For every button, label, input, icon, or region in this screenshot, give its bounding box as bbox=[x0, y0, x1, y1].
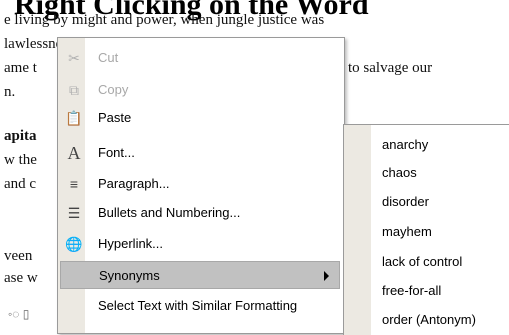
menu-item-select-similar-formatting[interactable]: Select Text with Similar Formatting bbox=[60, 292, 340, 320]
menu-item-label: Paste bbox=[98, 110, 132, 125]
menu-item-label: Synonyms bbox=[99, 268, 160, 283]
document-line: e living by might and power, when jungle… bbox=[4, 12, 325, 28]
document-line: veen bbox=[4, 248, 33, 264]
document-line: ase w bbox=[4, 270, 38, 286]
synonyms-submenu: anarchy chaos disorder mayhem lack of co… bbox=[343, 124, 509, 335]
menu-item-label: Font... bbox=[98, 145, 135, 160]
document-line: to salvage our bbox=[348, 60, 433, 76]
menu-item-cut[interactable]: ✂ Cut bbox=[60, 44, 340, 72]
synonym-item-free-for-all[interactable]: free-for-all bbox=[382, 283, 441, 298]
menu-item-label: Hyperlink... bbox=[98, 236, 164, 251]
menu-item-label: Bullets and Numbering... bbox=[98, 205, 241, 220]
menu-item-label: Copy bbox=[98, 82, 129, 97]
menu-item-hyperlink[interactable]: 🌐 Hyperlink... bbox=[60, 230, 340, 258]
synonym-item-mayhem[interactable]: mayhem bbox=[382, 224, 432, 239]
paste-icon: 📋 bbox=[65, 110, 83, 126]
bullets-icon: ☰ bbox=[67, 205, 81, 221]
document-line: ame t bbox=[4, 60, 37, 76]
submenu-arrow-icon bbox=[324, 271, 329, 281]
synonym-item-lack-of-control[interactable]: lack of control bbox=[382, 254, 462, 269]
synonym-item-order-antonym[interactable]: order (Antonym) bbox=[382, 312, 476, 327]
copy-icon: ⧉ bbox=[69, 82, 79, 98]
font-icon: A bbox=[67, 143, 81, 163]
menu-item-synonyms[interactable]: Synonyms bbox=[60, 261, 340, 289]
menu-item-bullets-numbering[interactable]: ☰ Bullets and Numbering... bbox=[60, 199, 340, 227]
menu-item-font[interactable]: A Font... bbox=[60, 139, 340, 167]
document-line: apita bbox=[4, 128, 37, 144]
menu-item-label: Cut bbox=[98, 50, 119, 65]
document-line: and c bbox=[4, 176, 37, 192]
submenu-icon-gutter bbox=[344, 125, 371, 335]
paragraph-icon: ≡ bbox=[69, 176, 79, 192]
document-line: n. bbox=[4, 84, 16, 100]
menu-item-paste[interactable]: 📋 Paste bbox=[60, 104, 340, 132]
menu-item-paragraph[interactable]: ≡ Paragraph... bbox=[60, 170, 340, 198]
menu-item-label: Paragraph... bbox=[98, 176, 170, 191]
context-menu: ✂ Cut ⧉ Copy 📋 Paste A Font... ≡ Paragra… bbox=[57, 37, 345, 334]
menu-item-label: Select Text with Similar Formatting bbox=[98, 298, 298, 313]
document-line: w the bbox=[4, 152, 37, 168]
hyperlink-icon: 🌐 bbox=[65, 236, 83, 252]
synonym-item-anarchy[interactable]: anarchy bbox=[382, 137, 428, 152]
synonym-item-disorder[interactable]: disorder bbox=[382, 194, 429, 209]
synonym-item-chaos[interactable]: chaos bbox=[382, 165, 417, 180]
format-marks-icon: ◦◌ ▯ bbox=[8, 307, 30, 321]
scissors-icon: ✂ bbox=[68, 50, 80, 66]
menu-item-copy[interactable]: ⧉ Copy bbox=[60, 76, 340, 104]
